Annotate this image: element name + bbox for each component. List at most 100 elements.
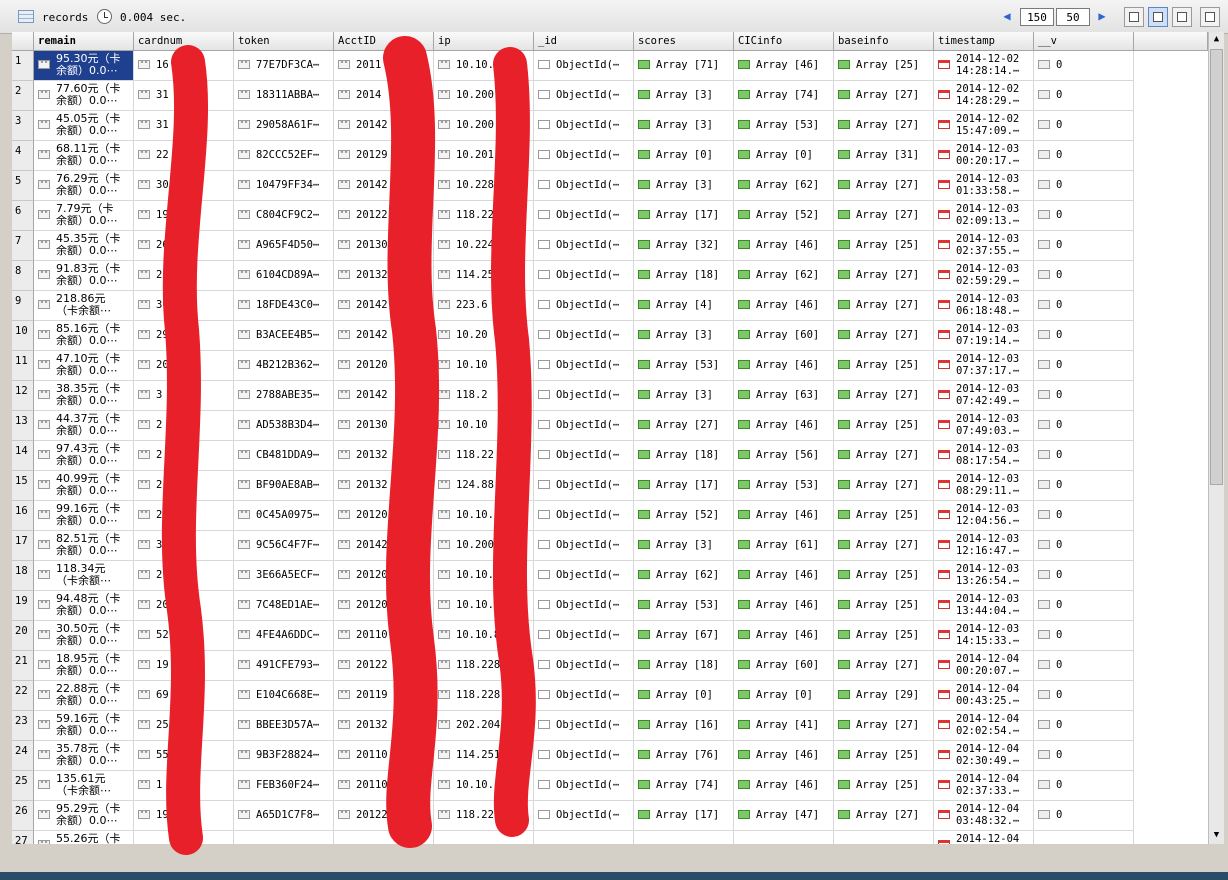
cell-cicinfo[interactable]: Array [0] [734, 141, 834, 171]
cell-id[interactable]: ObjectId(⋯ [534, 651, 634, 681]
cell-cicinfo[interactable]: Array [46] [734, 771, 834, 801]
row-number[interactable]: 12 [12, 381, 34, 411]
cell-id[interactable]: ObjectId(⋯ [534, 111, 634, 141]
cell-baseinfo[interactable]: Array [27] [834, 171, 934, 201]
cell-remain[interactable]: "" 55.26元（卡 [34, 831, 134, 844]
cell-ip[interactable]: "" 10.10. [434, 591, 534, 621]
cell-token[interactable]: "" E104C668E⋯ [234, 681, 334, 711]
cell-ip[interactable]: "" 118.22 [434, 201, 534, 231]
column-header-ip[interactable]: ip [434, 32, 534, 51]
cell-acct-id[interactable]: "" 2011 [334, 51, 434, 81]
cell-cicinfo[interactable]: Array [53] [734, 111, 834, 141]
cell-v[interactable]: 0 [1034, 711, 1134, 741]
cell-cardnum[interactable]: "" 20 [134, 591, 234, 621]
row-number[interactable]: 3 [12, 111, 34, 141]
cell-remain[interactable]: "" 135.61元 （卡余额⋯ [34, 771, 134, 801]
table-row[interactable]: 25 "" 135.61元 （卡余额⋯ "" 1 "" FEB360F24⋯ "" 20110 "… [12, 771, 1208, 801]
cell-ip[interactable]: "" 10.10. [434, 501, 534, 531]
cell-remain[interactable]: "" 47.10元（卡 余额）0.0⋯ [34, 351, 134, 381]
column-header-cardnum[interactable]: cardnum [134, 32, 234, 51]
row-number[interactable]: 25 [12, 771, 34, 801]
cell-v[interactable]: 0 [1034, 231, 1134, 261]
row-number[interactable]: 10 [12, 321, 34, 351]
table-row[interactable]: 7 "" 45.35元（卡 余额）0.0⋯ "" 26 "" A965F4D50⋯ "" 201… [12, 231, 1208, 261]
table-row[interactable]: 3 "" 45.05元（卡 余额）0.0⋯ "" 31 "" 29058A61F⋯ "" 201… [12, 111, 1208, 141]
row-number[interactable]: 21 [12, 651, 34, 681]
row-number[interactable]: 1 [12, 51, 34, 81]
row-number[interactable]: 9 [12, 291, 34, 321]
cell-ip[interactable]: "" 10.20 [434, 321, 534, 351]
cell-token[interactable]: "" A65D1C7F8⋯ [234, 801, 334, 831]
row-number[interactable]: 11 [12, 351, 34, 381]
cell-timestamp[interactable]: 2014-12-04 02:02:54.⋯ [934, 711, 1034, 741]
cell-remain[interactable]: "" 40.99元（卡 余额）0.0⋯ [34, 471, 134, 501]
table-view-button[interactable] [1148, 7, 1168, 27]
cell-v[interactable]: 0 [1034, 111, 1134, 141]
cell-id[interactable]: ObjectId(⋯ [534, 231, 634, 261]
cell-baseinfo[interactable]: Array [25] [834, 621, 934, 651]
table-row[interactable]: 10 "" 85.16元（卡 余额）0.0⋯ "" 29 "" B3ACEE4B5⋯ "" 20… [12, 321, 1208, 351]
cell-timestamp[interactable]: 2014-12-04 02:30:49.⋯ [934, 741, 1034, 771]
cell-scores[interactable]: Array [3] [634, 531, 734, 561]
cell-cardnum[interactable]: "" 2 [134, 561, 234, 591]
cell-baseinfo[interactable]: Array [27] [834, 531, 934, 561]
row-number[interactable]: 24 [12, 741, 34, 771]
cell-cardnum[interactable]: "" 30 [134, 171, 234, 201]
cell-ip[interactable]: "" 114.25 [434, 261, 534, 291]
cell-v[interactable]: 0 [1034, 561, 1134, 591]
table-row[interactable]: 19 "" 94.48元（卡 余额）0.0⋯ "" 20 "" 7C48ED1AE⋯ "" 20… [12, 591, 1208, 621]
cell-cicinfo[interactable]: Array [46] [734, 591, 834, 621]
cell-cardnum[interactable]: "" 20 [134, 351, 234, 381]
table-row[interactable]: 17 "" 82.51元（卡 余额）0.0⋯ "" 3 "" 9C56C4F7F⋯ "" 201… [12, 531, 1208, 561]
cell-id[interactable]: ObjectId(⋯ [534, 51, 634, 81]
cell-id[interactable]: ObjectId(⋯ [534, 351, 634, 381]
cell-id[interactable]: ObjectId(⋯ [534, 801, 634, 831]
cell-v[interactable]: 0 [1034, 141, 1134, 171]
cell-ip[interactable]: "" 10.10. [434, 51, 534, 81]
table-row[interactable]: 4 "" 68.11元（卡 余额）0.0⋯ "" 22 "" 82CCC52EF⋯ "" 201… [12, 141, 1208, 171]
cell-token[interactable]: "" 9C56C4F7F⋯ [234, 531, 334, 561]
cell-scores[interactable]: Array [3] [634, 381, 734, 411]
cell-timestamp[interactable]: 2014-12-04 02:37:33.⋯ [934, 771, 1034, 801]
cell-ip[interactable]: "" 10.201 [434, 141, 534, 171]
cell-ip[interactable]: "" 10.200 [434, 111, 534, 141]
cell-remain[interactable]: "" 18.95元（卡 余额）0.0⋯ [34, 651, 134, 681]
cell-id[interactable]: ObjectId(⋯ [534, 771, 634, 801]
cell-ip[interactable]: "" 118.22 [434, 441, 534, 471]
scroll-thumb[interactable] [1210, 49, 1223, 485]
cell-ip[interactable]: "" 10.10. [434, 561, 534, 591]
cell-v[interactable]: 0 [1034, 471, 1134, 501]
cell-remain[interactable]: "" 91.83元（卡 余额）0.0⋯ [34, 261, 134, 291]
cell-remain[interactable]: "" 94.48元（卡 余额）0.0⋯ [34, 591, 134, 621]
cell-baseinfo[interactable]: Array [25] [834, 741, 934, 771]
cell-acct-id[interactable]: "" 20142 [334, 321, 434, 351]
cell-cicinfo[interactable]: Array [52] [734, 201, 834, 231]
cell-v[interactable]: 0 [1034, 801, 1134, 831]
cell-token[interactable]: "" 491CFE793⋯ [234, 651, 334, 681]
row-number[interactable]: 27 [12, 831, 34, 844]
row-number[interactable]: 15 [12, 471, 34, 501]
cell-token[interactable]: "" A965F4D50⋯ [234, 231, 334, 261]
cell-token[interactable]: "" AD538B3D4⋯ [234, 411, 334, 441]
cell-timestamp[interactable]: 2014-12-03 08:17:54.⋯ [934, 441, 1034, 471]
cell-ip[interactable]: "" 10.224 [434, 231, 534, 261]
cell-v[interactable] [1034, 831, 1134, 844]
table-row[interactable]: 12 "" 38.35元（卡 余额）0.0⋯ "" 3 "" 2788ABE35⋯ "" 201… [12, 381, 1208, 411]
cell-v[interactable]: 0 [1034, 321, 1134, 351]
cell-id[interactable]: ObjectId(⋯ [534, 411, 634, 441]
cell-cicinfo[interactable]: Array [63] [734, 381, 834, 411]
cell-v[interactable]: 0 [1034, 531, 1134, 561]
cell-ip[interactable]: "" 118.22 [434, 801, 534, 831]
cell-timestamp[interactable]: 2014-12-03 08:29:11.⋯ [934, 471, 1034, 501]
column-header-cicinfo[interactable]: CICinfo [734, 32, 834, 51]
cell-baseinfo[interactable]: Array [25] [834, 351, 934, 381]
cell-timestamp[interactable]: 2014-12-04 00:43:25.⋯ [934, 681, 1034, 711]
cell-ip[interactable]: "" 10.10.8 [434, 621, 534, 651]
cell-v[interactable]: 0 [1034, 501, 1134, 531]
cell-cicinfo[interactable]: Array [46] [734, 501, 834, 531]
cell-cicinfo[interactable]: Array [46] [734, 411, 834, 441]
cell-acct-id[interactable]: "" 20120 [334, 501, 434, 531]
scroll-up-icon[interactable]: ▲ [1209, 32, 1224, 47]
cell-cicinfo[interactable]: Array [62] [734, 261, 834, 291]
column-header-id[interactable]: _id [534, 32, 634, 51]
